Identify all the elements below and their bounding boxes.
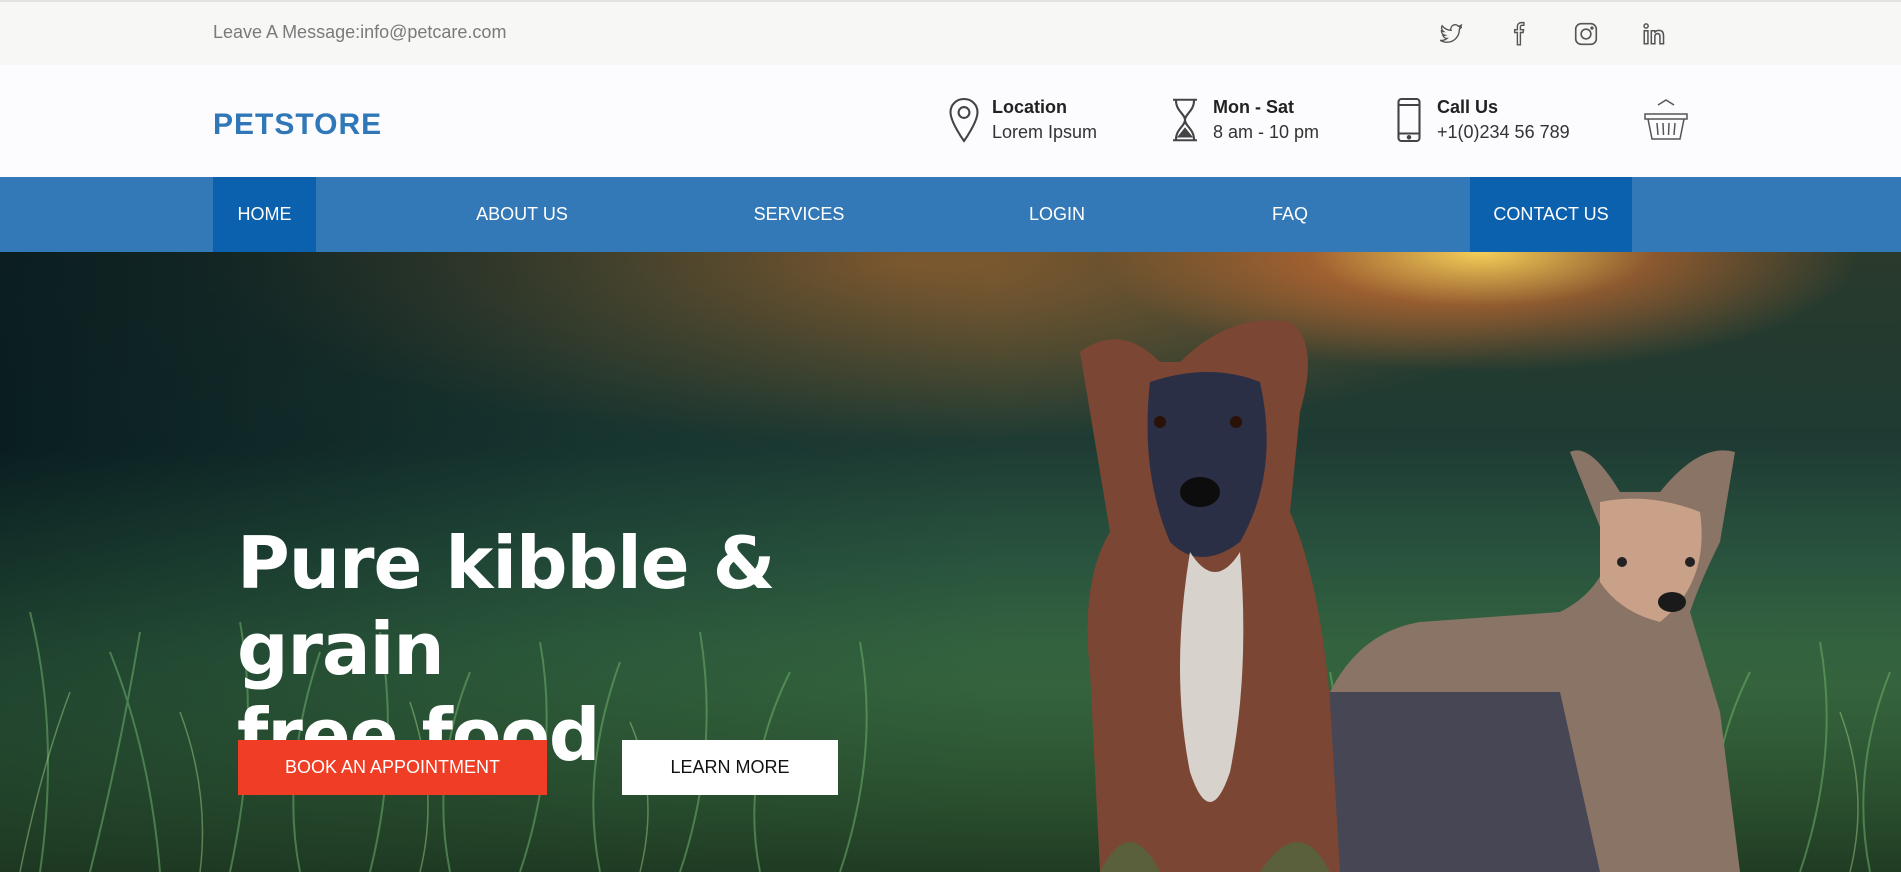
- call-value[interactable]: +1(0)234 56 789: [1437, 119, 1570, 145]
- hero-banner: Pure kibble & grain free food BOOK AN AP…: [0, 252, 1901, 872]
- cart-button[interactable]: [1643, 99, 1689, 143]
- book-appointment-button[interactable]: BOOK AN APPOINTMENT: [238, 740, 547, 795]
- nav-about-us[interactable]: ABOUT US: [462, 177, 582, 252]
- hours-title: Mon - Sat: [1213, 97, 1294, 117]
- location-title: Location: [992, 97, 1067, 117]
- twitter-link[interactable]: [1436, 19, 1466, 49]
- top-bar: Leave A Message:info@petcare.com: [0, 0, 1901, 65]
- nav-contact-us[interactable]: CONTACT US: [1470, 177, 1632, 252]
- instagram-link[interactable]: [1571, 19, 1601, 49]
- location-info: Location Lorem Ipsum: [944, 95, 1097, 145]
- main-nav: HOME ABOUT US SERVICES LOGIN FAQ CONTACT…: [0, 177, 1901, 252]
- hourglass-icon: [1165, 95, 1205, 145]
- nav-faq[interactable]: FAQ: [1240, 177, 1340, 252]
- hero-title-line1: Pure kibble & grain: [237, 521, 775, 691]
- nav-services[interactable]: SERVICES: [739, 177, 859, 252]
- basket-icon: [1644, 99, 1688, 140]
- linkedin-link[interactable]: [1639, 19, 1669, 49]
- learn-more-button[interactable]: LEARN MORE: [622, 740, 838, 795]
- site-header: PETSTORE Location Lorem Ipsum Mon - Sat: [0, 65, 1901, 177]
- linkedin-icon: [1643, 23, 1665, 45]
- nav-home[interactable]: HOME: [213, 177, 316, 252]
- hours-value: 8 am - 10 pm: [1213, 122, 1320, 142]
- instagram-icon: [1574, 22, 1598, 46]
- facebook-link[interactable]: [1504, 19, 1534, 49]
- call-title: Call Us: [1437, 97, 1499, 117]
- facebook-icon: [1513, 21, 1525, 46]
- call-info[interactable]: Call Us +1(0)234 56 789: [1389, 95, 1570, 145]
- location-value: Lorem Ipsum: [992, 122, 1098, 142]
- nav-login[interactable]: LOGIN: [1007, 177, 1107, 252]
- map-pin-icon: [944, 95, 984, 145]
- site-logo[interactable]: PETSTORE: [213, 108, 382, 142]
- hours-info: Mon - Sat 8 am - 10 pm: [1165, 95, 1319, 145]
- twitter-icon: [1439, 23, 1463, 43]
- contact-message[interactable]: Leave A Message:info@petcare.com: [213, 22, 506, 43]
- phone-icon: [1389, 95, 1429, 145]
